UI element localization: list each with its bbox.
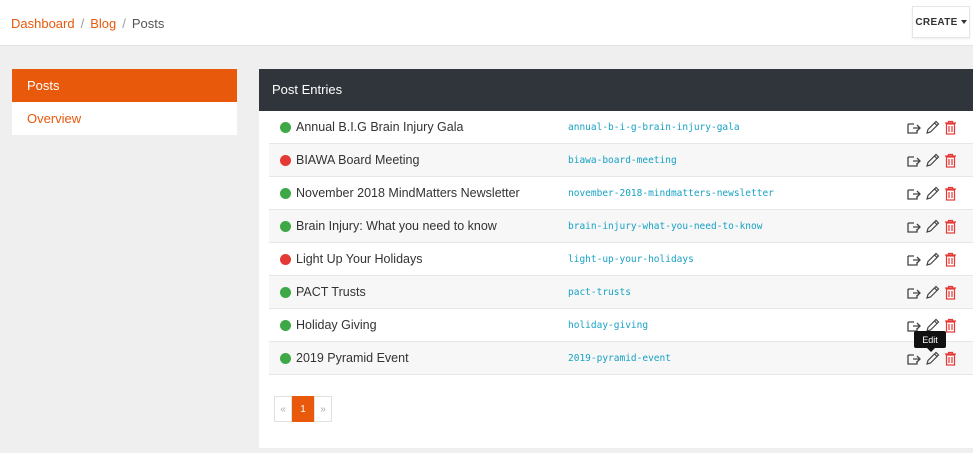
post-slug: pact-trusts	[568, 287, 631, 298]
external-link-icon[interactable]	[906, 251, 922, 267]
pencil-icon[interactable]	[924, 119, 940, 135]
pencil-icon[interactable]	[924, 251, 940, 267]
post-actions	[906, 152, 958, 168]
post-slug: annual-b-i-g-brain-injury-gala	[568, 122, 740, 133]
post-row: Brain Injury: What you need to know brain…	[269, 210, 973, 243]
breadcrumb-separator: /	[80, 16, 85, 31]
post-row: PACT Trusts pact-trusts	[269, 276, 973, 309]
trash-icon[interactable]	[942, 251, 958, 267]
pencil-icon[interactable]	[924, 185, 940, 201]
status-dot-icon	[280, 287, 291, 298]
trash-icon[interactable]	[942, 152, 958, 168]
post-title[interactable]: Annual B.I.G Brain Injury Gala	[296, 120, 463, 134]
create-button[interactable]: CREATE	[912, 6, 970, 38]
pencil-icon[interactable]	[924, 218, 940, 234]
status-dot-icon	[280, 155, 291, 166]
post-slug: november-2018-mindmatters-newsletter	[568, 188, 774, 199]
post-title[interactable]: BIAWA Board Meeting	[296, 153, 419, 167]
post-row: 2019 Pyramid Event 2019-pyramid-event	[269, 342, 973, 375]
post-actions	[906, 119, 958, 135]
post-row: BIAWA Board Meeting biawa-board-meeting	[269, 144, 973, 177]
pagination-page-1[interactable]: 1	[292, 396, 314, 422]
caret-down-icon	[960, 20, 967, 24]
trash-icon[interactable]	[942, 119, 958, 135]
post-title[interactable]: Light Up Your Holidays	[296, 252, 422, 266]
post-slug: biawa-board-meeting	[568, 155, 677, 166]
external-link-icon[interactable]	[906, 350, 922, 366]
sidebar-item-posts[interactable]: Posts	[12, 69, 237, 102]
post-title[interactable]: Holiday Giving	[296, 318, 377, 332]
pagination-next[interactable]: »	[314, 396, 332, 422]
top-bar: Dashboard / Blog / Posts CREATE	[0, 0, 973, 46]
status-dot-icon	[280, 122, 291, 133]
panel-title: Post Entries	[259, 69, 973, 111]
pagination: « 1 »	[274, 396, 332, 422]
post-actions	[906, 218, 958, 234]
breadcrumb-separator: /	[122, 16, 126, 31]
status-dot-icon	[280, 188, 291, 199]
post-row: November 2018 MindMatters Newsletter nove…	[269, 177, 973, 210]
breadcrumb-blog[interactable]: Blog	[90, 16, 116, 31]
post-slug: brain-injury-what-you-need-to-know	[568, 221, 763, 232]
post-title[interactable]: November 2018 MindMatters Newsletter	[296, 186, 520, 200]
post-title[interactable]: Brain Injury: What you need to know	[296, 219, 497, 233]
external-link-icon[interactable]	[906, 185, 922, 201]
post-title[interactable]: 2019 Pyramid Event	[296, 351, 409, 365]
pagination-prev[interactable]: «	[274, 396, 292, 422]
create-button-label: CREATE	[915, 16, 958, 28]
pencil-icon[interactable]	[924, 350, 940, 366]
post-row: Holiday Giving holiday-giving	[269, 309, 973, 342]
breadcrumb-posts: Posts	[131, 16, 165, 31]
status-dot-icon	[280, 221, 291, 232]
sidebar-item-overview[interactable]: Overview	[12, 102, 237, 135]
external-link-icon[interactable]	[906, 152, 922, 168]
pencil-icon[interactable]	[924, 284, 940, 300]
external-link-icon[interactable]	[906, 218, 922, 234]
trash-icon[interactable]	[942, 218, 958, 234]
post-row: Light Up Your Holidays light-up-your-holi…	[269, 243, 973, 276]
trash-icon[interactable]	[942, 284, 958, 300]
status-dot-icon	[280, 353, 291, 364]
breadcrumb-dashboard[interactable]: Dashboard	[11, 16, 75, 31]
post-slug: light-up-your-holidays	[568, 254, 694, 265]
post-actions	[906, 185, 958, 201]
status-dot-icon	[280, 254, 291, 265]
external-link-icon[interactable]	[906, 119, 922, 135]
breadcrumb: Dashboard / Blog / Posts	[11, 16, 164, 31]
status-dot-icon	[280, 320, 291, 331]
post-row: Annual B.I.G Brain Injury Gala annual-b-i…	[269, 111, 973, 144]
post-slug: holiday-giving	[568, 320, 649, 331]
post-title[interactable]: PACT Trusts	[296, 285, 366, 299]
pencil-icon[interactable]	[924, 152, 940, 168]
external-link-icon[interactable]	[906, 284, 922, 300]
post-slug: 2019-pyramid-event	[568, 353, 671, 364]
post-actions	[906, 251, 958, 267]
trash-icon[interactable]	[942, 185, 958, 201]
post-entries-panel: Post Entries Annual B.I.G Brain Injury G…	[259, 69, 973, 448]
post-actions	[906, 284, 958, 300]
edit-tooltip: Edit	[914, 331, 946, 352]
trash-icon[interactable]	[942, 350, 958, 366]
post-actions	[906, 350, 958, 366]
sidebar: Posts Overview	[12, 69, 237, 135]
